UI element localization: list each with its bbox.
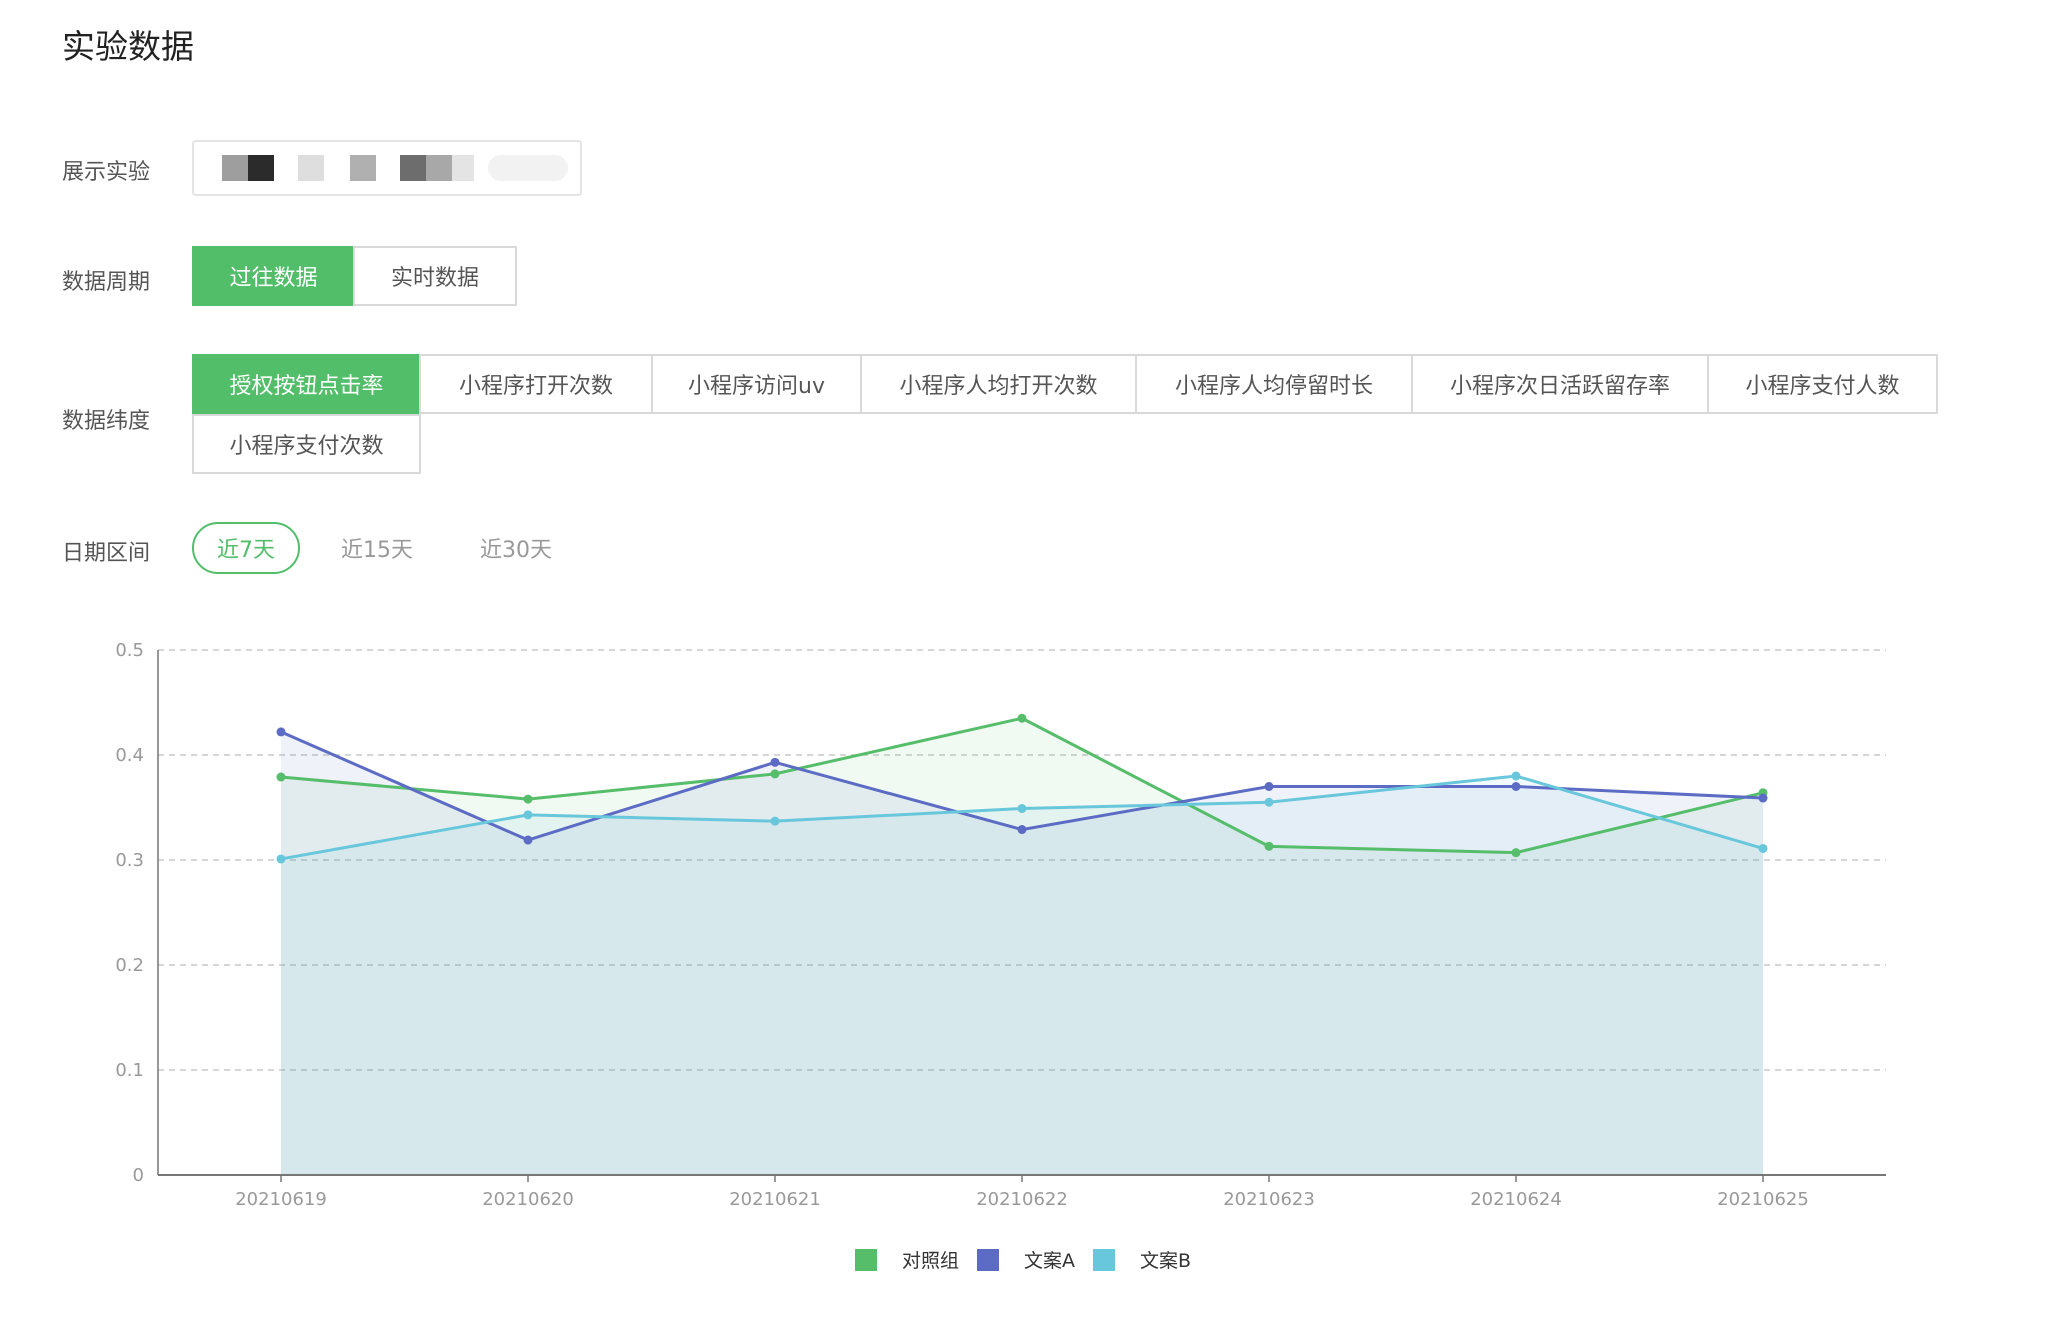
date-range-15d[interactable]: 近15天 bbox=[326, 522, 428, 574]
y-tick-label: 0.4 bbox=[115, 745, 144, 766]
y-tick-label: 0.2 bbox=[115, 955, 144, 976]
data-point bbox=[770, 757, 780, 767]
legend-label: 对照组 bbox=[902, 1250, 959, 1272]
date-range-label: 日期区间 bbox=[62, 541, 151, 566]
dimension-label: 数据纬度 bbox=[62, 409, 151, 434]
data-point bbox=[523, 810, 533, 820]
redacted-block bbox=[488, 155, 568, 181]
data-point bbox=[523, 835, 533, 845]
data-point bbox=[1264, 782, 1274, 791]
period-label: 数据周期 bbox=[62, 270, 151, 295]
date-range-30d[interactable]: 近30天 bbox=[464, 522, 568, 574]
dimension-option-avg-open-count[interactable]: 小程序人均打开次数 bbox=[860, 354, 1137, 414]
redacted-block bbox=[298, 155, 324, 181]
legend-swatch bbox=[855, 1249, 877, 1271]
series-area-2 bbox=[281, 776, 1763, 1175]
dimension-option-pay-count[interactable]: 小程序支付次数 bbox=[192, 414, 421, 474]
dimension-option-auth-click-rate[interactable]: 授权按钮点击率 bbox=[192, 354, 421, 414]
data-point bbox=[1758, 843, 1768, 853]
y-tick-label: 0.5 bbox=[115, 640, 144, 661]
data-point bbox=[1017, 713, 1027, 723]
y-tick-label: 0.3 bbox=[115, 850, 144, 871]
data-point bbox=[276, 772, 286, 782]
dimension-option-avg-stay-duration[interactable]: 小程序人均停留时长 bbox=[1135, 354, 1413, 414]
experiment-select[interactable] bbox=[192, 140, 582, 196]
data-point bbox=[1511, 771, 1521, 781]
legend-swatch bbox=[1093, 1249, 1115, 1271]
redacted-block bbox=[248, 155, 274, 181]
redacted-block bbox=[426, 155, 452, 181]
legend-label: 文案A bbox=[1024, 1250, 1075, 1272]
data-point bbox=[523, 794, 533, 804]
data-point bbox=[1017, 804, 1027, 814]
y-tick-label: 0 bbox=[133, 1165, 144, 1186]
data-point bbox=[1264, 797, 1274, 807]
x-tick-label: 20210625 bbox=[1717, 1189, 1809, 1210]
redacted-block bbox=[222, 155, 248, 181]
y-tick-label: 0.1 bbox=[115, 1060, 144, 1081]
line-chart: 0 0.1 0.2 0.3 0.4 0.5 20210619 20210620 20210621… bbox=[115, 640, 1886, 1272]
x-tick-label: 20210623 bbox=[1223, 1189, 1315, 1210]
date-range-7d[interactable]: 近7天 bbox=[192, 522, 300, 574]
data-point bbox=[276, 727, 286, 737]
data-point bbox=[770, 816, 780, 826]
chart-legend: 对照组 文案A 文案B bbox=[855, 1249, 1191, 1272]
x-tick-label: 20210619 bbox=[235, 1189, 327, 1210]
legend-label: 文案B bbox=[1140, 1250, 1191, 1272]
data-point bbox=[276, 854, 286, 864]
period-option-past[interactable]: 过往数据 bbox=[192, 246, 355, 306]
x-tick-label: 20210624 bbox=[1470, 1189, 1562, 1210]
data-point bbox=[1758, 793, 1768, 803]
data-point bbox=[1511, 782, 1521, 791]
legend-swatch bbox=[977, 1249, 999, 1271]
redacted-block bbox=[400, 155, 426, 181]
dimension-option-open-count[interactable]: 小程序打开次数 bbox=[419, 354, 653, 414]
redacted-block bbox=[350, 155, 376, 181]
data-point bbox=[1511, 848, 1521, 858]
x-tick-label: 20210621 bbox=[729, 1189, 821, 1210]
data-point bbox=[770, 769, 780, 779]
x-tick-label: 20210620 bbox=[482, 1189, 574, 1210]
redacted-block bbox=[452, 155, 474, 181]
page-title: 实验数据 bbox=[62, 27, 194, 66]
experiment-label: 展示实验 bbox=[62, 160, 151, 185]
data-point bbox=[1017, 825, 1027, 835]
data-point bbox=[1264, 841, 1274, 851]
dimension-option-pay-users[interactable]: 小程序支付人数 bbox=[1707, 354, 1938, 414]
x-tick-label: 20210622 bbox=[976, 1189, 1068, 1210]
dimension-option-next-day-retention[interactable]: 小程序次日活跃留存率 bbox=[1411, 354, 1709, 414]
period-option-realtime[interactable]: 实时数据 bbox=[353, 246, 517, 306]
dimension-option-visit-uv[interactable]: 小程序访问uv bbox=[651, 354, 862, 414]
